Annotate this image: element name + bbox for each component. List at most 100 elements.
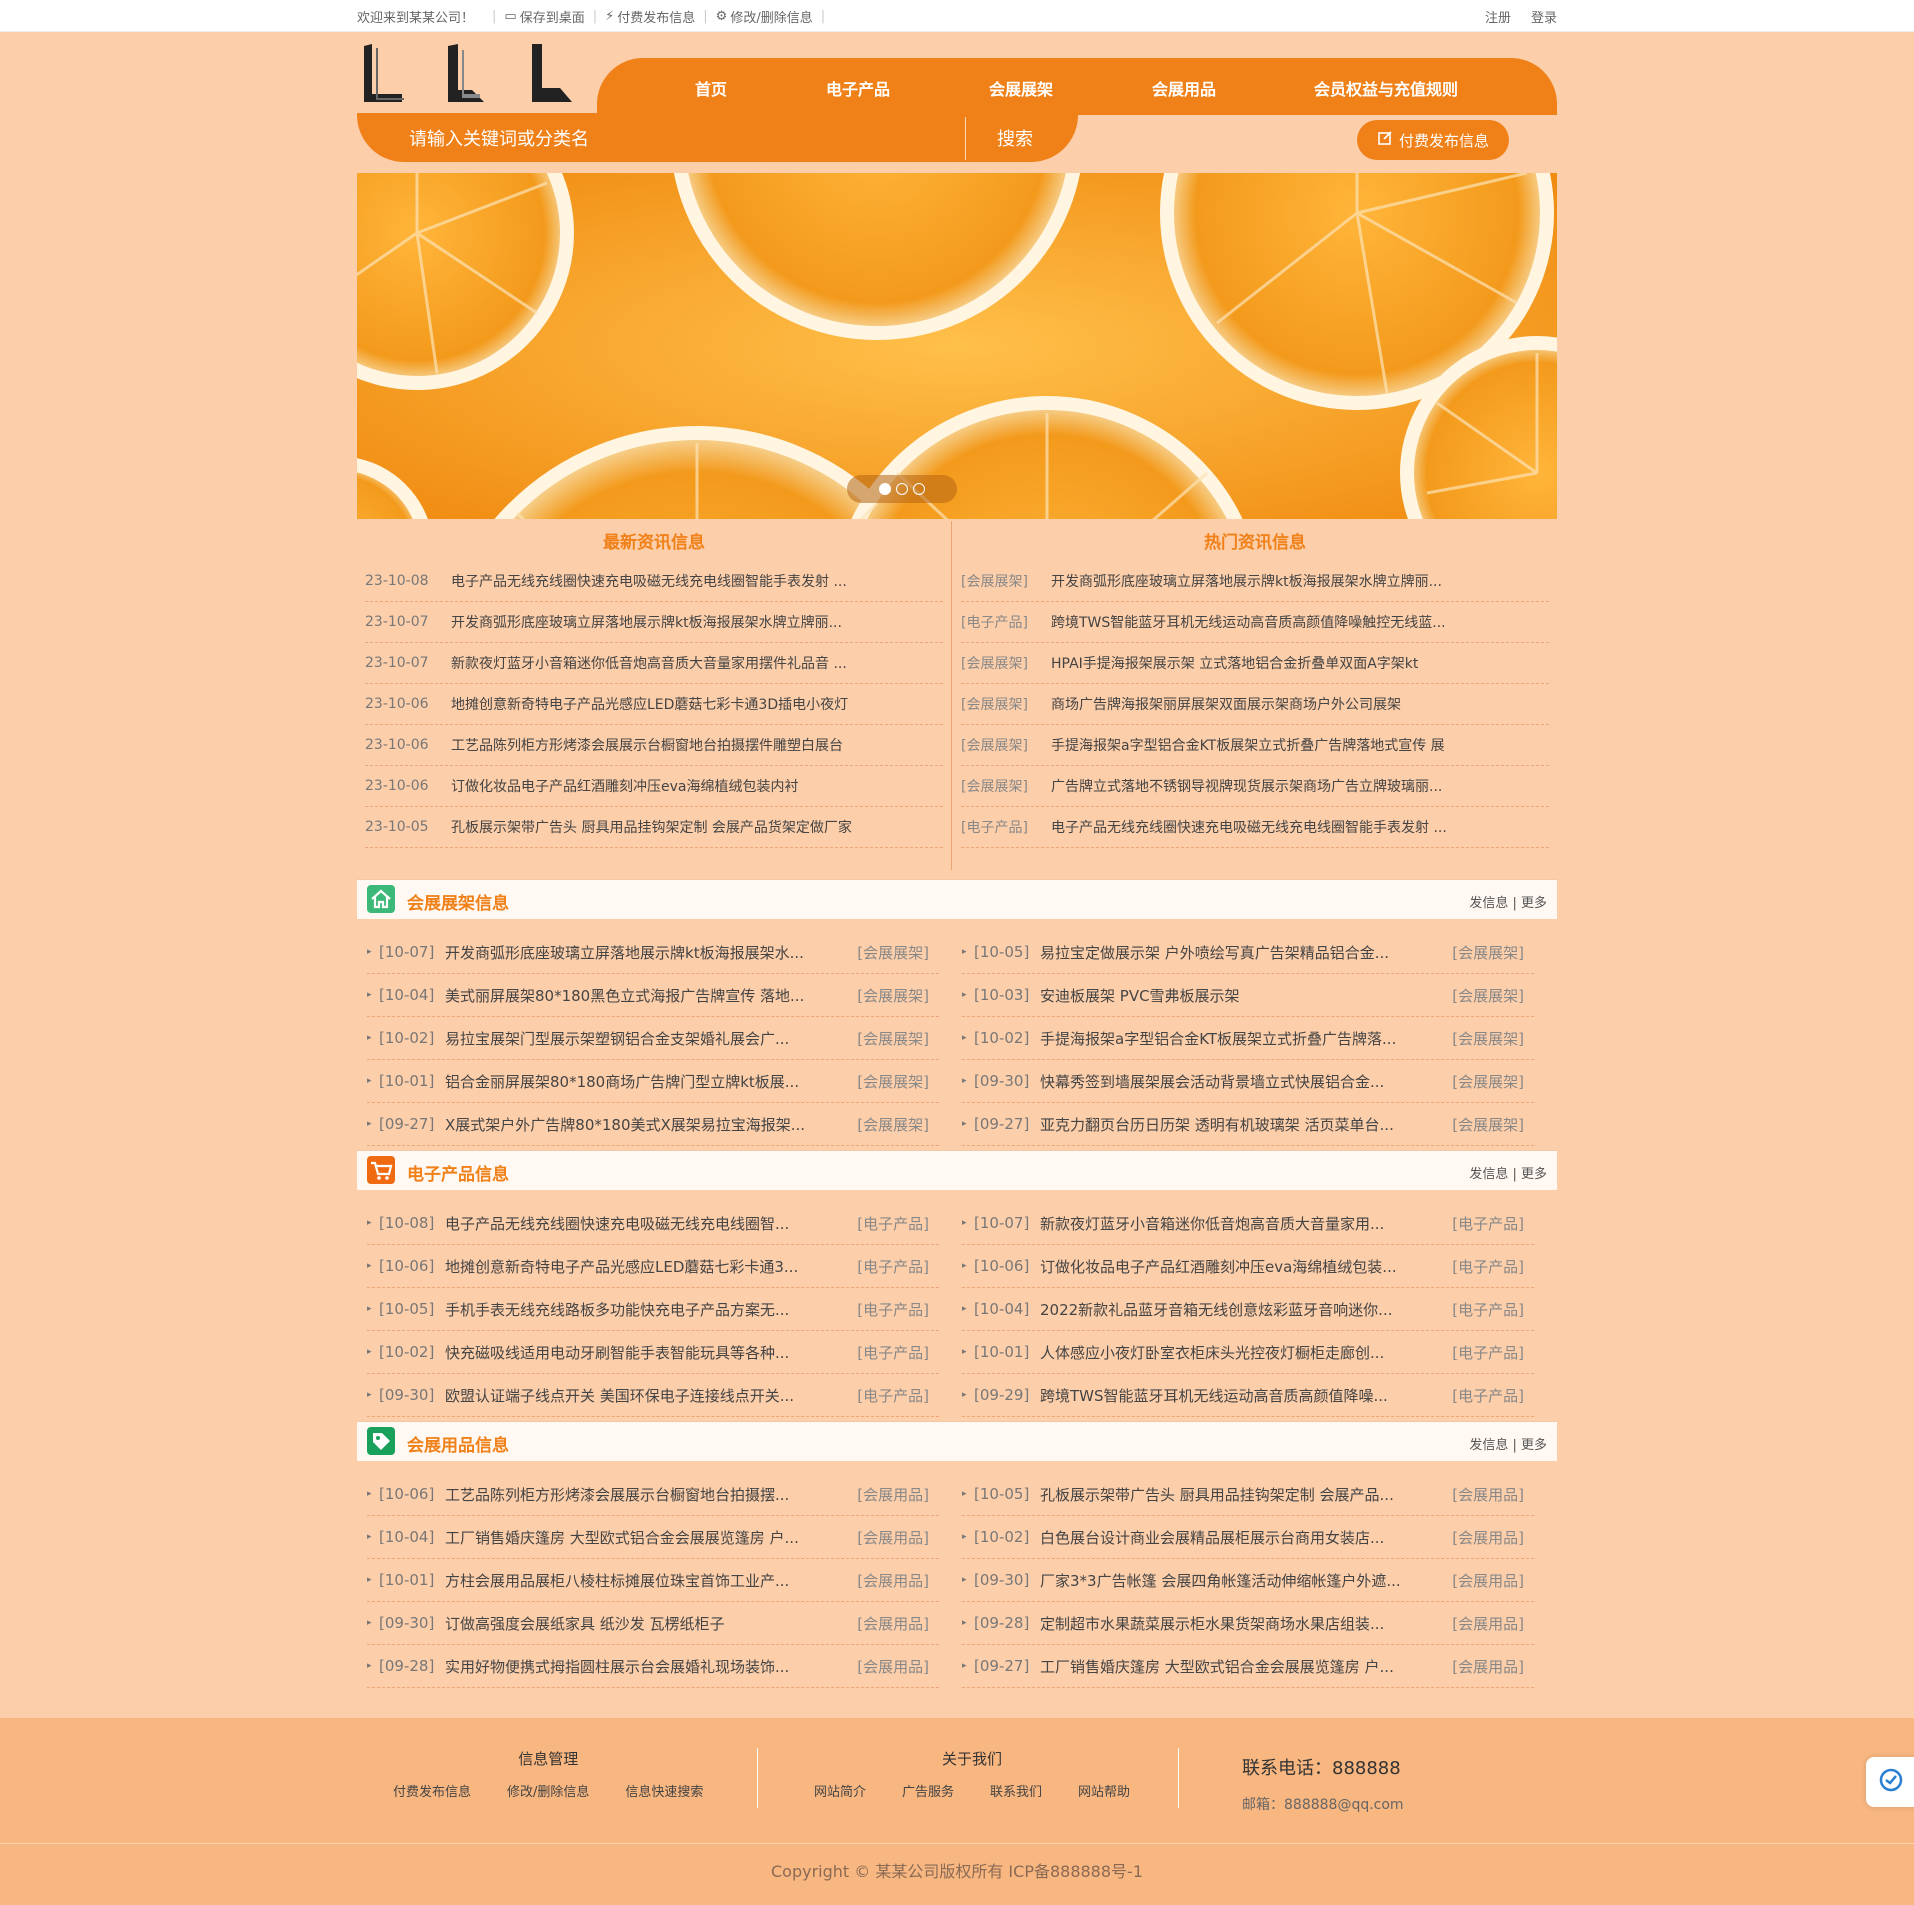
news-title-link[interactable]: 电子产品无线充线圈快速充电吸磁无线充电线圈智能手表发射 ...: [1051, 817, 1447, 837]
latest-news-item[interactable]: 23-10-07 开发商弧形底座玻璃立屏落地展示牌kt板海报展架水牌立牌丽...: [365, 602, 943, 643]
news-category[interactable]: [会展展架]: [961, 735, 1051, 755]
item-category[interactable]: [会展用品]: [857, 1570, 929, 1591]
latest-news-item[interactable]: 23-10-06 订做化妆品电子产品红酒雕刻冲压eva海绵植绒包装内衬: [365, 766, 943, 807]
news-title-link[interactable]: 商场广告牌海报架丽屏展架双面展示架商场户外公司展架: [1051, 694, 1401, 714]
list-item[interactable]: ▸ [10-05] 手机手表无线充线路板多功能快充电子产品方案无... [电子产品]: [367, 1288, 939, 1331]
list-item[interactable]: ▸ [10-07] 新款夜灯蓝牙小音箱迷你低音炮高音质大音量家用... [电子产品]: [962, 1202, 1534, 1245]
footer-link-help[interactable]: 网站帮助: [1078, 1781, 1130, 1800]
item-category[interactable]: [会展展架]: [1452, 1028, 1524, 1049]
item-title-link[interactable]: 美式丽屏展架80*180黑色立式海报广告牌宣传 落地...: [445, 985, 845, 1006]
list-item[interactable]: ▸ [10-03] 安迪板展架 PVC雪弗板展示架 [会展展架]: [962, 974, 1534, 1017]
list-item[interactable]: ▸ [10-05] 易拉宝定做展示架 户外喷绘写真广告架精品铝合金... [会展展架]: [962, 931, 1534, 974]
news-title-link[interactable]: HPAI手提海报架展示架 立式落地铝合金折叠单双面A字架kt: [1051, 653, 1418, 673]
footer-link-publish[interactable]: 付费发布信息: [393, 1781, 471, 1800]
hot-news-item[interactable]: [会展展架] 开发商弧形底座玻璃立屏落地展示牌kt板海报展架水牌立牌丽...: [961, 561, 1549, 602]
item-title-link[interactable]: 铝合金丽屏展架80*180商场广告牌门型立牌kt板展...: [445, 1071, 845, 1092]
list-item[interactable]: ▸ [09-28] 定制超市水果蔬菜展示柜水果货架商场水果店组装... [会展用品]: [962, 1602, 1534, 1645]
list-item[interactable]: ▸ [10-02] 白色展台设计商业会展精品展柜展示台商用女装店... [会展用品]: [962, 1516, 1534, 1559]
nav-exhibit-stands[interactable]: 会展展架: [989, 76, 1053, 100]
news-title-link[interactable]: 开发商弧形底座玻璃立屏落地展示牌kt板海报展架水牌立牌丽...: [1051, 571, 1442, 591]
item-category[interactable]: [电子产品]: [857, 1256, 929, 1277]
post-info-link[interactable]: 发信息: [1469, 1438, 1508, 1453]
item-title-link[interactable]: 地摊创意新奇特电子产品光感应LED蘑菇七彩卡通3...: [445, 1256, 845, 1277]
item-title-link[interactable]: 新款夜灯蓝牙小音箱迷你低音炮高音质大音量家用...: [1040, 1213, 1440, 1234]
item-title-link[interactable]: 工厂销售婚庆篷房 大型欧式铝合金会展展览篷房 户...: [445, 1527, 845, 1548]
list-item[interactable]: ▸ [09-30] 欧盟认证端子线点开关 美国环保电子连接线点开关... [电子产品]: [367, 1374, 939, 1417]
list-item[interactable]: ▸ [09-30] 厂家3*3广告帐篷 会展四角帐篷活动伸缩帐篷户外遮... [会展用…: [962, 1559, 1534, 1602]
item-title-link[interactable]: 快幕秀签到墙展架展会活动背景墙立式快展铝合金...: [1040, 1071, 1440, 1092]
item-category[interactable]: [电子产品]: [857, 1213, 929, 1234]
item-category[interactable]: [会展用品]: [1452, 1527, 1524, 1548]
item-title-link[interactable]: 安迪板展架 PVC雪弗板展示架: [1040, 985, 1440, 1006]
list-item[interactable]: ▸ [09-27] 工厂销售婚庆篷房 大型欧式铝合金会展展览篷房 户... [会展用品…: [962, 1645, 1534, 1688]
list-item[interactable]: ▸ [10-06] 工艺品陈列柜方形烤漆会展展示台橱窗地台拍摄摆... [会展用品]: [367, 1473, 939, 1516]
news-title-link[interactable]: 电子产品无线充线圈快速充电吸磁无线充电线圈智能手表发射 ...: [451, 571, 847, 591]
login-link[interactable]: 登录: [1531, 7, 1557, 26]
search-input[interactable]: [409, 125, 909, 153]
item-category[interactable]: [电子产品]: [1452, 1213, 1524, 1234]
item-title-link[interactable]: 手提海报架a字型铝合金KT板展架立式折叠广告牌落...: [1040, 1028, 1440, 1049]
hot-news-item[interactable]: [电子产品] 跨境TWS智能蓝牙耳机无线运动高音质高颜值降噪触控无线蓝...: [961, 602, 1549, 643]
item-title-link[interactable]: 人体感应小夜灯卧室衣柜床头光控夜灯橱柜走廊创...: [1040, 1342, 1440, 1363]
search-button[interactable]: 搜索: [997, 125, 1033, 151]
footer-link-edit[interactable]: 修改/删除信息: [507, 1781, 589, 1800]
register-link[interactable]: 注册: [1485, 7, 1511, 26]
item-category[interactable]: [会展用品]: [1452, 1484, 1524, 1505]
item-title-link[interactable]: 定制超市水果蔬菜展示柜水果货架商场水果店组装...: [1040, 1613, 1440, 1634]
news-title-link[interactable]: 孔板展示架带广告头 厨具用品挂钩架定制 会展产品货架定做厂家: [451, 817, 852, 837]
item-category[interactable]: [会展展架]: [1452, 985, 1524, 1006]
hot-news-item[interactable]: [会展展架] HPAI手提海报架展示架 立式落地铝合金折叠单双面A字架kt: [961, 643, 1549, 684]
item-category[interactable]: [电子产品]: [857, 1299, 929, 1320]
item-category[interactable]: [会展展架]: [1452, 942, 1524, 963]
nav-exhibit-supplies[interactable]: 会展用品: [1152, 76, 1216, 100]
item-title-link[interactable]: 2022新款礼品蓝牙音箱无线创意炫彩蓝牙音响迷你...: [1040, 1299, 1440, 1320]
footer-link-intro[interactable]: 网站简介: [814, 1781, 866, 1800]
item-title-link[interactable]: X展式架户外广告牌80*180美式X展架易拉宝海报架...: [445, 1114, 845, 1135]
item-title-link[interactable]: 易拉宝定做展示架 户外喷绘写真广告架精品铝合金...: [1040, 942, 1440, 963]
item-title-link[interactable]: 跨境TWS智能蓝牙耳机无线运动高音质高颜值降噪...: [1040, 1385, 1440, 1406]
item-category[interactable]: [会展用品]: [1452, 1570, 1524, 1591]
item-category[interactable]: [电子产品]: [857, 1342, 929, 1363]
item-category[interactable]: [电子产品]: [1452, 1385, 1524, 1406]
item-title-link[interactable]: 订做高强度会展纸家具 纸沙发 瓦楞纸柜子: [445, 1613, 845, 1634]
edit-delete-link[interactable]: ⚙ 修改/删除信息: [716, 7, 813, 26]
list-item[interactable]: ▸ [10-02] 快充磁吸线适用电动牙刷智能手表智能玩具等各种... [电子产品]: [367, 1331, 939, 1374]
item-title-link[interactable]: 欧盟认证端子线点开关 美国环保电子连接线点开关...: [445, 1385, 845, 1406]
latest-news-item[interactable]: 23-10-06 地摊创意新奇特电子产品光感应LED蘑菇七彩卡通3D插电小夜灯: [365, 684, 943, 725]
list-item[interactable]: ▸ [10-01] 人体感应小夜灯卧室衣柜床头光控夜灯橱柜走廊创... [电子产品]: [962, 1331, 1534, 1374]
item-category[interactable]: [会展展架]: [857, 985, 929, 1006]
news-category[interactable]: [会展展架]: [961, 694, 1051, 714]
item-title-link[interactable]: 厂家3*3广告帐篷 会展四角帐篷活动伸缩帐篷户外遮...: [1040, 1570, 1440, 1591]
news-title-link[interactable]: 手提海报架a字型铝合金KT板展架立式折叠广告牌落地式宣传 展: [1051, 735, 1445, 755]
list-item[interactable]: ▸ [10-04] 工厂销售婚庆篷房 大型欧式铝合金会展展览篷房 户... [会展用品…: [367, 1516, 939, 1559]
list-item[interactable]: ▸ [09-30] 快幕秀签到墙展架展会活动背景墙立式快展铝合金... [会展展架]: [962, 1060, 1534, 1103]
hot-news-item[interactable]: [会展展架] 手提海报架a字型铝合金KT板展架立式折叠广告牌落地式宣传 展: [961, 725, 1549, 766]
item-title-link[interactable]: 实用好物便携式拇指圆柱展示台会展婚礼现场装饰...: [445, 1656, 845, 1677]
list-item[interactable]: ▸ [10-01] 铝合金丽屏展架80*180商场广告牌门型立牌kt板展... [会展…: [367, 1060, 939, 1103]
news-category[interactable]: [会展展架]: [961, 776, 1051, 796]
post-info-link[interactable]: 发信息: [1469, 1167, 1508, 1182]
news-title-link[interactable]: 跨境TWS智能蓝牙耳机无线运动高音质高颜值降噪触控无线蓝...: [1051, 612, 1446, 632]
item-category[interactable]: [会展展架]: [857, 1028, 929, 1049]
latest-news-item[interactable]: 23-10-06 工艺品陈列柜方形烤漆会展展示台橱窗地台拍摄摆件雕塑白展台: [365, 725, 943, 766]
publish-button[interactable]: 付费发布信息: [1357, 120, 1509, 160]
news-title-link[interactable]: 订做化妆品电子产品红酒雕刻冲压eva海绵植绒包装内衬: [451, 776, 798, 796]
item-category[interactable]: [会展用品]: [1452, 1613, 1524, 1634]
item-title-link[interactable]: 白色展台设计商业会展精品展柜展示台商用女装店...: [1040, 1527, 1440, 1548]
news-title-link[interactable]: 地摊创意新奇特电子产品光感应LED蘑菇七彩卡通3D插电小夜灯: [451, 694, 848, 714]
item-category[interactable]: [会展展架]: [857, 942, 929, 963]
news-title-link[interactable]: 广告牌立式落地不锈钢导视牌现货展示架商场广告立牌玻璃丽...: [1051, 776, 1442, 796]
site-logo[interactable]: [362, 42, 582, 104]
list-item[interactable]: ▸ [10-06] 地摊创意新奇特电子产品光感应LED蘑菇七彩卡通3... [电子产品…: [367, 1245, 939, 1288]
item-title-link[interactable]: 方柱会展用品展柜八棱柱标摊展位珠宝首饰工业产...: [445, 1570, 845, 1591]
latest-news-item[interactable]: 23-10-07 新款夜灯蓝牙小音箱迷你低音炮高音质大音量家用摆件礼品音 ...: [365, 643, 943, 684]
news-title-link[interactable]: 开发商弧形底座玻璃立屏落地展示牌kt板海报展架水牌立牌丽...: [451, 612, 842, 632]
latest-news-item[interactable]: 23-10-05 孔板展示架带广告头 厨具用品挂钩架定制 会展产品货架定做厂家: [365, 807, 943, 848]
item-title-link[interactable]: 电子产品无线充线圈快速充电吸磁无线充电线圈智...: [445, 1213, 845, 1234]
more-link[interactable]: 更多: [1521, 896, 1547, 911]
item-title-link[interactable]: 快充磁吸线适用电动牙刷智能手表智能玩具等各种...: [445, 1342, 845, 1363]
list-item[interactable]: ▸ [10-02] 易拉宝展架门型展示架塑钢铝合金支架婚礼展会广... [会展展架]: [367, 1017, 939, 1060]
item-category[interactable]: [会展展架]: [857, 1114, 929, 1135]
nav-membership[interactable]: 会员权益与充值规则: [1314, 76, 1458, 100]
item-category[interactable]: [电子产品]: [857, 1385, 929, 1406]
